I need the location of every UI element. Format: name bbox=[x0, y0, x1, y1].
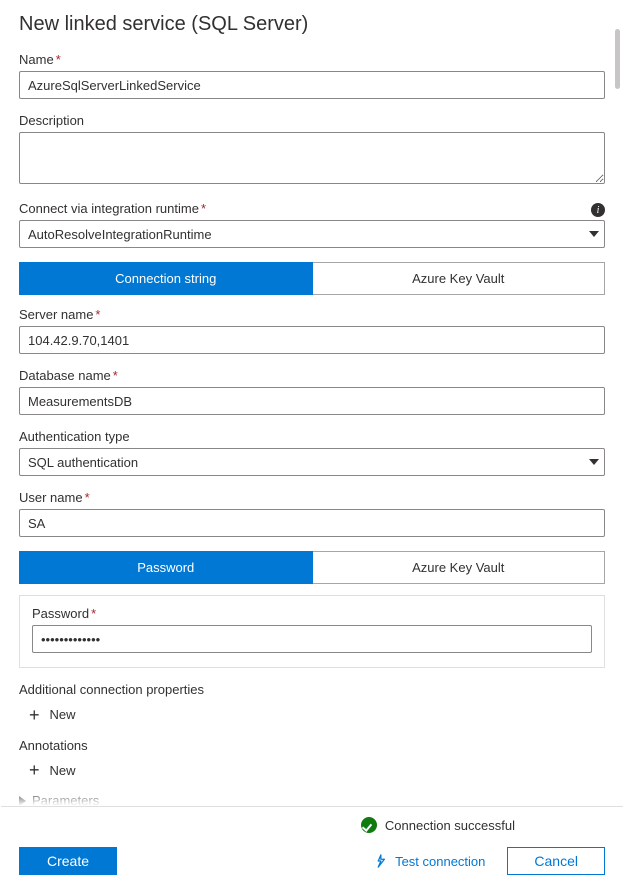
auth-type-select[interactable] bbox=[19, 448, 605, 476]
add-connection-property-button[interactable]: + New bbox=[29, 707, 76, 722]
success-check-icon bbox=[361, 817, 377, 833]
required-asterisk: * bbox=[113, 368, 118, 383]
database-name-input[interactable] bbox=[19, 387, 605, 415]
password-container: Password* bbox=[19, 595, 605, 668]
tab-azure-key-vault-password[interactable]: Azure Key Vault bbox=[313, 551, 606, 584]
form-scroll-area[interactable]: New linked service (SQL Server) Name* De… bbox=[1, 1, 623, 806]
required-asterisk: * bbox=[201, 201, 206, 216]
runtime-select[interactable] bbox=[19, 220, 605, 248]
name-label: Name* bbox=[19, 52, 605, 67]
server-name-label: Server name* bbox=[19, 307, 605, 322]
description-textarea[interactable] bbox=[19, 132, 605, 184]
required-asterisk: * bbox=[95, 307, 100, 322]
required-asterisk: * bbox=[85, 490, 90, 505]
additional-properties-heading: Additional connection properties bbox=[19, 682, 605, 697]
database-name-label: Database name* bbox=[19, 368, 605, 383]
auth-type-label: Authentication type bbox=[19, 429, 605, 444]
cancel-button[interactable]: Cancel bbox=[507, 847, 605, 875]
password-input[interactable] bbox=[32, 625, 592, 653]
required-asterisk: * bbox=[91, 606, 96, 621]
user-name-input[interactable] bbox=[19, 509, 605, 537]
server-name-input[interactable] bbox=[19, 326, 605, 354]
name-input[interactable] bbox=[19, 71, 605, 99]
description-label: Description bbox=[19, 113, 605, 128]
plus-icon: + bbox=[29, 708, 40, 722]
info-icon[interactable]: i bbox=[591, 203, 605, 217]
page-title: New linked service (SQL Server) bbox=[19, 13, 605, 36]
tab-connection-string[interactable]: Connection string bbox=[19, 262, 313, 295]
chevron-right-icon bbox=[19, 796, 26, 806]
connection-source-tabs: Connection string Azure Key Vault bbox=[19, 262, 605, 295]
tab-azure-key-vault-connection[interactable]: Azure Key Vault bbox=[313, 262, 606, 295]
parameters-expander[interactable]: Parameters bbox=[19, 793, 605, 806]
connection-status: Connection successful bbox=[19, 817, 605, 833]
tab-password[interactable]: Password bbox=[19, 551, 313, 584]
required-asterisk: * bbox=[56, 52, 61, 67]
runtime-label: Connect via integration runtime* bbox=[19, 201, 605, 216]
annotations-heading: Annotations bbox=[19, 738, 605, 753]
add-annotation-button[interactable]: + New bbox=[29, 763, 76, 778]
user-name-label: User name* bbox=[19, 490, 605, 505]
test-connection-button[interactable]: Test connection bbox=[373, 854, 485, 869]
scrollbar-thumb[interactable] bbox=[615, 29, 620, 89]
password-source-tabs: Password Azure Key Vault bbox=[19, 551, 605, 584]
plug-icon bbox=[373, 854, 387, 868]
plus-icon: + bbox=[29, 763, 40, 777]
password-label: Password* bbox=[32, 606, 592, 621]
footer: Connection successful Create Test connec… bbox=[1, 806, 623, 891]
create-button[interactable]: Create bbox=[19, 847, 117, 875]
